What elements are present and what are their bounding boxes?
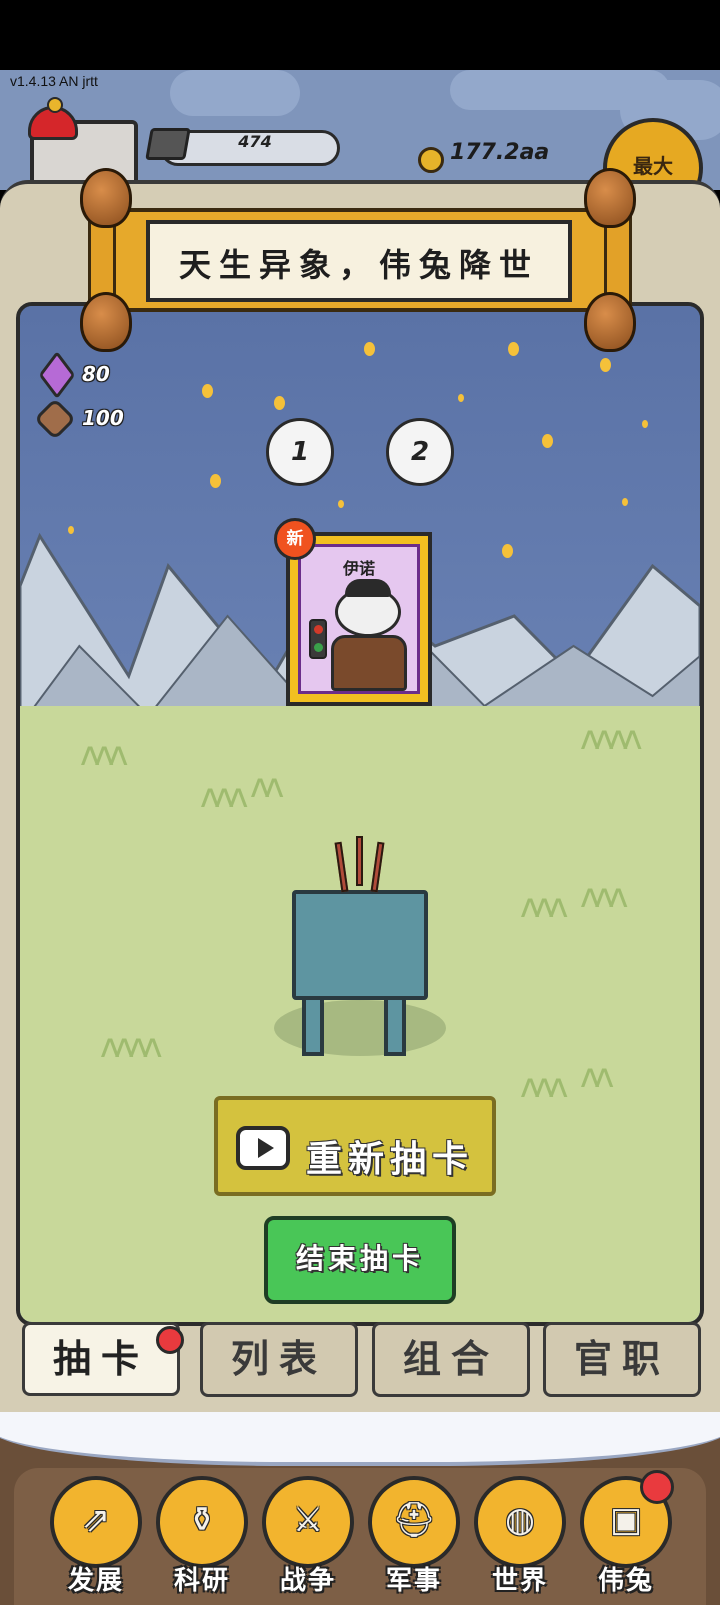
coin-value: 177.2aa [450,140,550,165]
new-badge: 新 [274,518,316,560]
version-label: v1.4.13 AN jrtt [10,73,98,89]
star-icon [202,384,213,398]
crown-hat-icon [28,97,78,140]
star-icon [508,342,519,356]
nav-war[interactable]: ⚔ 战争 [258,1476,358,1604]
gem-count: 80 [82,362,110,386]
scroll-knob-icon [80,292,132,352]
notification-dot [640,1470,674,1504]
card-name: 伊诺 [342,559,375,578]
nav-military[interactable]: ⛑ 军事 [364,1476,464,1604]
card-character-body [331,635,407,691]
tab-office[interactable]: 官职 [543,1322,701,1397]
arrow-up-icon: ⇗ [81,1500,111,1540]
ore-count: 100 [82,406,124,430]
star-icon [274,396,285,410]
scroll-knob-icon [80,168,132,228]
star-icon [600,358,611,372]
star-icon [364,342,375,356]
traffic-light-icon [309,619,327,659]
drawn-card[interactable]: 伊诺 [286,532,432,706]
star-icon [210,474,221,488]
coin-icon [418,147,444,173]
crossed-swords-icon: ⚔ [292,1500,324,1540]
nav-world[interactable]: ◍ 世界 [470,1476,570,1604]
redraw-label: 重新抽卡 [306,1139,475,1180]
star-icon [542,434,553,448]
star-icon [338,500,344,508]
iron-value: 474 [238,132,272,151]
notification-dot [156,1326,184,1354]
star-icon [642,420,648,428]
rabbit-portrait-icon: ▣ [609,1500,643,1540]
nav-develop[interactable]: ⇗ 发展 [46,1476,146,1604]
end-draw-button[interactable]: 结束抽卡 [264,1216,456,1304]
bottom-nav: ⇗ 发展 ⚱ 科研 ⚔ 战争 ⛑ 军事 ◍ 世界 ▣ 伟兔 [0,1412,720,1605]
page-button-2[interactable]: 2 [386,418,454,486]
bowler-hat-icon [345,579,391,597]
status-bar [0,0,720,70]
iron-ingot-icon [145,128,191,160]
redraw-button[interactable]: 重新抽卡 [214,1096,496,1196]
banner-title: 天生异象，伟兔降世 [178,246,539,284]
nav-research[interactable]: ⚱ 科研 [152,1476,252,1604]
star-icon [622,498,628,506]
title-scroll: 天生异象，伟兔降世 [80,168,636,352]
star-icon [458,394,464,402]
scroll-knob-icon [584,168,636,228]
tab-combo[interactable]: 组合 [372,1322,530,1397]
scroll-knob-icon [584,292,636,352]
incense-cauldron [274,830,446,1060]
flask-icon: ⚱ [187,1500,217,1540]
video-play-icon [236,1126,290,1170]
tab-list[interactable]: 列表 [200,1322,358,1397]
globe-icon: ◍ [505,1500,535,1540]
page-button-1[interactable]: 1 [266,418,334,486]
tab-draw[interactable]: 抽卡 [22,1322,180,1396]
helmet-icon: ⛑ [392,1500,436,1540]
